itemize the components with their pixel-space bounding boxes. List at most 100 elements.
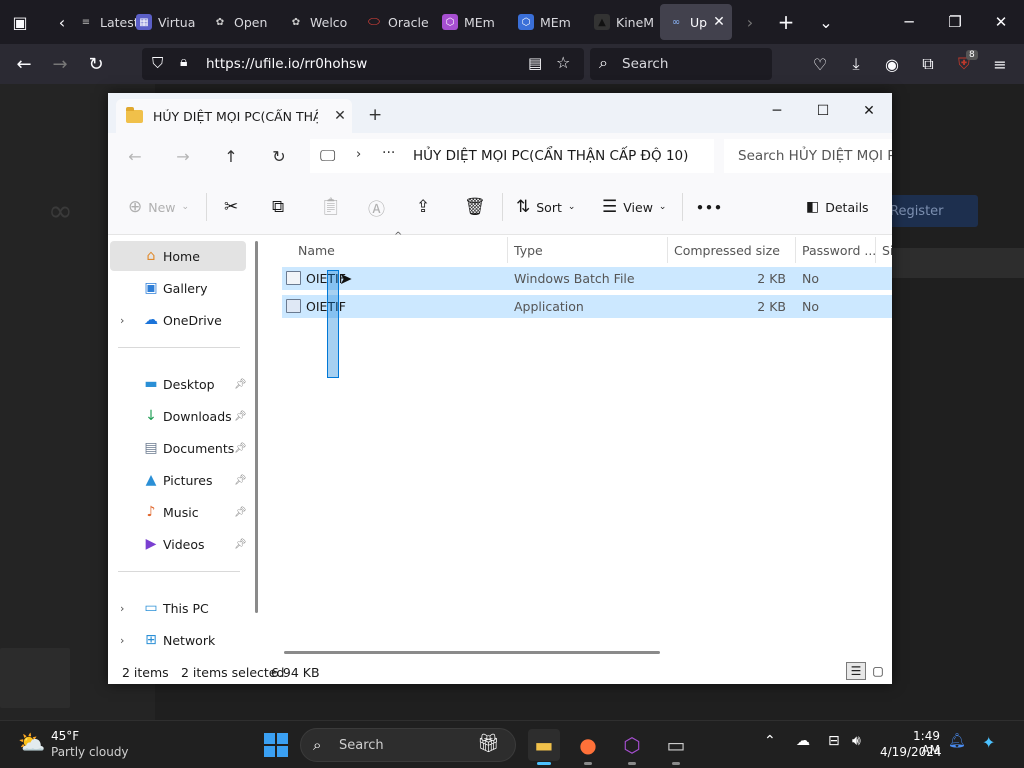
tab-list-icon[interactable]: ▣ [2,4,38,40]
sidebar-item-onedrive[interactable]: › ☁ OneDrive [110,305,246,335]
view-button[interactable]: ☰ View ⌄ [602,193,666,221]
pin-icon[interactable]: 📌︎ [234,539,247,550]
sidebar-scrollbar[interactable] [255,241,258,613]
close-window-icon[interactable]: ✕ [846,97,892,125]
url-text[interactable]: https://ufile.io/rr0hohsw [206,56,367,72]
sidebar-item-videos[interactable]: ▶ Videos 📌︎ [110,529,247,559]
sidebar-item-home[interactable]: ⌂ Home [110,241,246,271]
minimize-icon[interactable]: ─ [754,97,800,125]
volume-icon[interactable]: 🔊︎ [852,733,861,749]
details-button[interactable]: ◧ Details [806,193,869,221]
explorer-search-input[interactable]: Search HỦY DIỆT MỌI PC [724,139,892,173]
list-all-tabs-icon[interactable]: ⌄ [808,4,844,40]
column-header-size[interactable]: Si [882,235,892,265]
scroll-tabs-right-icon[interactable]: › [732,4,768,40]
pin-icon[interactable]: 📌︎ [234,475,247,486]
notification-bell-icon[interactable]: 🔔︎ [948,733,966,749]
search-bar[interactable]: ⌕ Search [590,48,772,80]
sidebar-item-pictures[interactable]: ▲ Pictures 📌︎ [110,465,247,495]
chevron-right-icon[interactable]: › [356,147,361,162]
more-path-icon[interactable]: ··· [382,145,395,161]
terminal-app-icon[interactable]: ▭ [660,729,692,765]
pocket-icon[interactable]: ♡ [802,46,838,82]
sidebar-item-desktop[interactable]: ▬ Desktop 📌︎ [110,369,246,399]
new-tab-icon[interactable]: + [368,105,382,125]
sidebar-item-downloads[interactable]: ↓ Downloads 📌︎ [110,401,247,431]
path-box[interactable]: 🖵︎ › ··· HỦY DIỆT MỌI PC(CẨN THẬN CẤP ĐỘ… [310,139,714,173]
recaptcha-badge-icon[interactable] [0,648,70,708]
copy-button[interactable]: ⧉ [272,193,284,221]
column-divider[interactable] [507,237,508,263]
column-header-password[interactable]: Password ... [802,235,876,265]
share-button[interactable]: ⇪ [416,193,430,221]
browser-tab[interactable]: ✿ Welco [280,4,358,40]
sidebar-item-this-pc[interactable]: › ▭ This PC [110,593,246,623]
sort-button[interactable]: ⇅ Sort ⌄ [516,193,575,221]
sidebar-item-network[interactable]: › ⊞ Network [110,625,246,655]
downloads-icon[interactable]: ⤓ [838,46,874,82]
url-bar[interactable]: ⛉ 🔒︎ https://ufile.io/rr0hohsw ▤ ☆ [142,48,584,80]
extensions-icon[interactable]: ⧉ [910,46,946,82]
browser-tab[interactable]: ▲ KineM [586,4,660,40]
chevron-up-icon[interactable]: ⌃ [764,733,776,749]
browser-tab-active[interactable]: ∞ Up ✕ [660,4,732,40]
chevron-right-icon[interactable]: › [120,602,124,615]
weather-temperature[interactable]: 45°F [51,729,79,743]
column-divider[interactable] [875,237,876,263]
column-header-type[interactable]: Type [514,235,543,265]
partly-cloudy-icon[interactable]: ⛅ [18,731,45,756]
browser-tab[interactable]: ⬭ Oracle [358,4,434,40]
browser-tab[interactable]: ≡ Latest [70,4,136,40]
column-header-name[interactable]: Name [298,235,335,265]
shield-icon[interactable]: ⛉ [152,54,163,72]
chevron-right-icon[interactable]: › [120,314,124,327]
column-divider[interactable] [795,237,796,263]
pin-icon[interactable]: 📌︎ [234,379,247,390]
paste-button[interactable]: 📋︎ [320,193,342,221]
minimize-icon[interactable]: ─ [886,0,932,44]
explorer-tab[interactable]: HỦY DIỆT MỌI PC(CẨN THẬN ✕ [116,99,352,133]
restore-icon[interactable]: ❐ [932,0,978,44]
network-icon[interactable]: ⊟ [828,733,840,749]
onedrive-offline-icon[interactable]: ☁ [796,733,810,749]
maximize-icon[interactable]: ☐ [800,97,846,125]
reader-view-icon[interactable]: ▤ [528,54,542,72]
delete-button[interactable]: 🗑︎ [464,193,486,221]
cut-button[interactable]: ✂ [224,193,238,221]
column-divider[interactable] [667,237,668,263]
table-row[interactable]: OIETIF Windows Batch File 2 KB No [282,267,892,290]
details-view-icon[interactable]: ☰ [846,662,866,680]
table-row[interactable]: OIETIF Application 2 KB No [282,295,892,318]
clock-date[interactable]: 4/19/2024 [880,745,942,759]
tiles-view-icon[interactable]: ▢ [868,662,888,680]
taskbar-search[interactable]: ⌕ Search 🎁︎ [300,728,516,762]
lock-icon[interactable]: 🔒︎ [180,54,187,70]
refresh-icon[interactable]: ↻ [264,143,294,169]
file-explorer-app-icon[interactable]: ▬ [528,729,560,765]
pin-icon[interactable]: 📌︎ [234,443,247,454]
browser-tab[interactable]: ⬡ MEm [510,4,586,40]
up-icon[interactable]: ↑ [216,143,246,169]
close-tab-icon[interactable]: ✕ [328,108,352,124]
sidebar-item-music[interactable]: ♪ Music 📌︎ [110,497,247,527]
firefox-app-icon[interactable]: ● [572,729,604,765]
account-icon[interactable]: ◉ [874,46,910,82]
sidebar-item-gallery[interactable]: ▣ Gallery [110,273,246,303]
weather-description[interactable]: Partly cloudy [51,745,129,759]
new-button[interactable]: ⊕ New ⌄ [128,193,189,221]
column-header-compressed-size[interactable]: Compressed size [674,235,780,265]
pin-icon[interactable]: 📌︎ [234,507,247,518]
sidebar-item-documents[interactable]: ▤ Documents 📌︎ [110,433,246,463]
copilot-icon[interactable]: ✦ [982,733,995,752]
browser-tab[interactable]: ✿ Open [204,4,280,40]
close-tab-icon[interactable]: ✕ [713,14,725,30]
horizontal-scrollbar[interactable] [284,651,660,654]
reload-icon[interactable]: ↻ [78,46,114,82]
back-icon[interactable]: ← [6,46,42,82]
browser-tab[interactable]: ⬡ MEm [434,4,510,40]
bookmark-star-icon[interactable]: ☆ [556,53,570,72]
start-button[interactable] [264,733,288,757]
ublock-icon[interactable]: ⛨ 8 [946,46,982,82]
memu-app-icon[interactable]: ⬡ [616,729,648,765]
forward-icon[interactable]: → [168,143,198,169]
